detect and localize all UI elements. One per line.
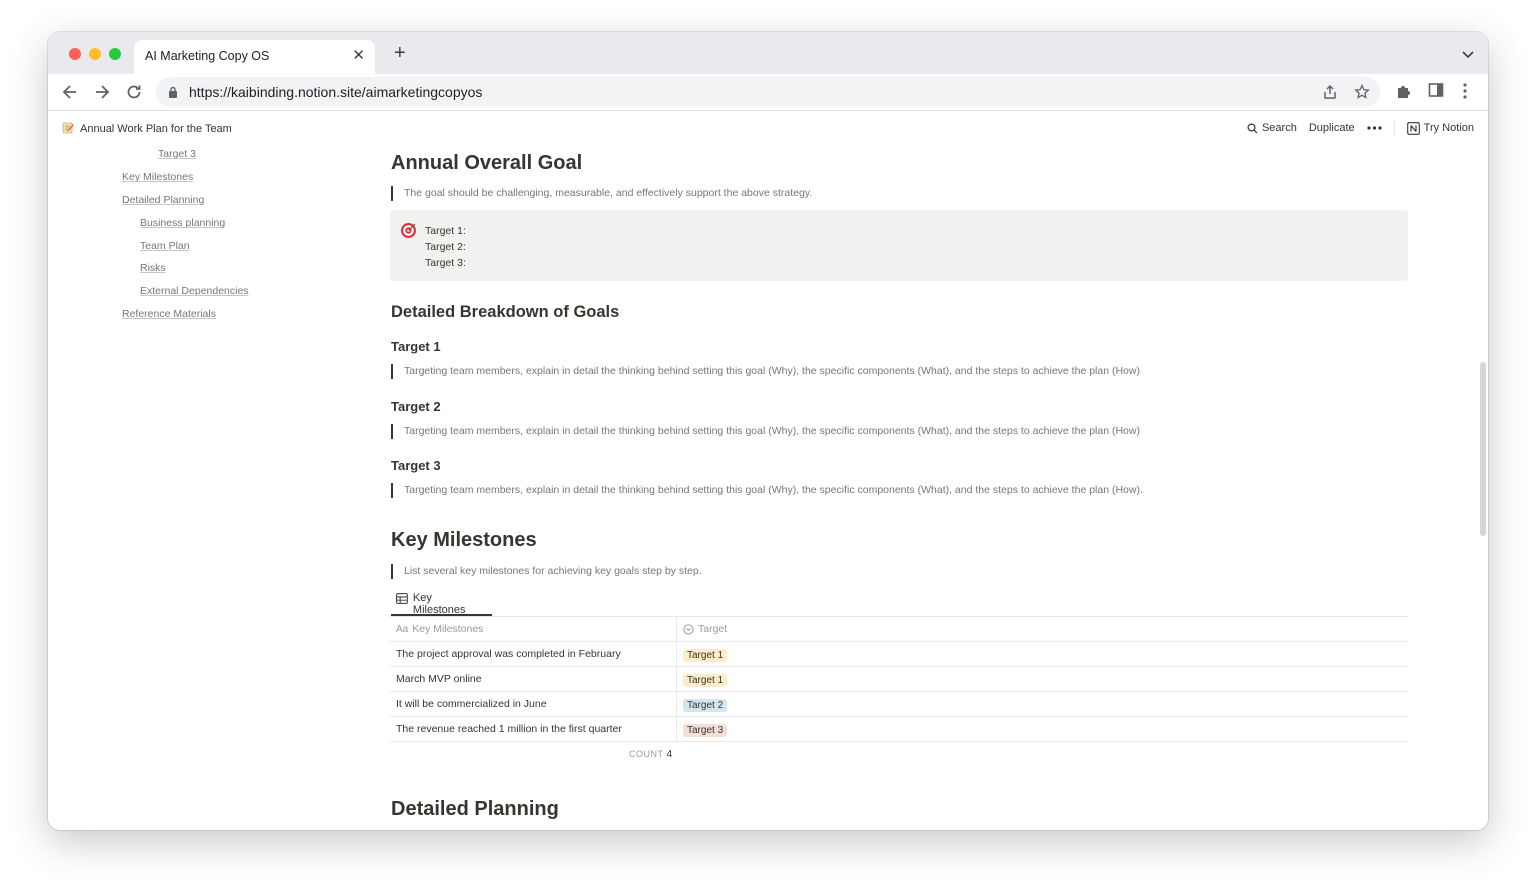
quote-target-3: Targeting team members, explain in detai… [391,483,1143,498]
database-view-label: Key Milestones [412,592,466,616]
database-view-tab[interactable]: Key Milestones [391,589,492,616]
toc-item-key-milestones[interactable]: Key Milestones [122,171,193,183]
heading-key-milestones: Key Milestones [391,529,537,551]
table-row[interactable]: The project approval was completed in Fe… [390,642,1408,667]
callout-line: Target 2: [425,241,466,253]
toc-item-external-dependencies[interactable]: External Dependencies [140,285,249,297]
target-tag[interactable]: Target 1 [683,674,728,687]
heading-target-2: Target 2 [391,399,441,414]
scrollbar-thumb[interactable] [1480,362,1486,536]
milestone-name[interactable]: March MVP online [396,673,482,685]
milestones-table: Aa Key Milestones Target The project appr… [390,616,1408,742]
toc-item-team-plan[interactable]: Team Plan [140,240,190,252]
table-count: COUNT 4 [629,749,673,760]
quote-target-2: Targeting team members, explain in detai… [391,424,1140,439]
heading-detailed-breakdown: Detailed Breakdown of Goals [391,303,620,321]
milestone-name[interactable]: It will be commercialized in June [396,698,547,710]
callout-text: Target 1: Target 2: Target 3: [425,223,466,271]
column-header-label: Target [698,623,728,635]
text-property-icon: Aa [396,623,409,635]
heading-target-3: Target 3 [391,458,441,473]
table-view-icon [396,593,408,604]
callout-targets: Target 1: Target 2: Target 3: [390,210,1408,281]
quote-key-milestones: List several key milestones for achievin… [391,564,702,579]
table-row[interactable]: The revenue reached 1 million in the fir… [390,717,1408,742]
table-row[interactable]: It will be commercialized in June Target… [390,692,1408,717]
callout-line: Target 1: [425,225,466,237]
quote-annual-goal: The goal should be challenging, measurab… [391,186,812,201]
count-label: COUNT [629,749,664,759]
toc-item-business-planning[interactable]: Business planning [140,217,225,229]
quote-target-1: Targeting team members, explain in detai… [391,364,1140,379]
notion-page: Target 3 Key Milestones Detailed Plannin… [48,32,1488,830]
browser-window: AI Marketing Copy OS ✕ + https://kaibind… [48,32,1488,830]
toc-item-risks[interactable]: Risks [140,262,166,274]
count-value: 4 [666,749,673,760]
table-header-row: Aa Key Milestones Target [390,617,1408,642]
callout-line: Target 3: [425,257,466,269]
target-tag[interactable]: Target 3 [683,724,728,737]
milestone-name[interactable]: The revenue reached 1 million in the fir… [396,723,622,735]
toc-item-detailed-planning[interactable]: Detailed Planning [122,194,204,206]
column-header-label: Key Milestones [412,623,484,635]
target-dart-icon [400,222,417,244]
heading-target-1: Target 1 [391,339,441,354]
table-row[interactable]: March MVP online Target 1 [390,667,1408,692]
heading-annual-overall-goal: Annual Overall Goal [391,152,583,174]
page-scrollbar[interactable] [1478,145,1488,830]
select-property-icon [683,623,694,635]
milestone-name[interactable]: The project approval was completed in Fe… [396,648,621,660]
toc-item-reference-materials[interactable]: Reference Materials [122,308,216,320]
target-tag[interactable]: Target 1 [683,649,728,662]
toc-item-target-3[interactable]: Target 3 [158,148,196,160]
column-header-name[interactable]: Aa Key Milestones [390,617,677,641]
target-tag[interactable]: Target 2 [683,699,728,712]
heading-detailed-planning: Detailed Planning [391,798,559,820]
